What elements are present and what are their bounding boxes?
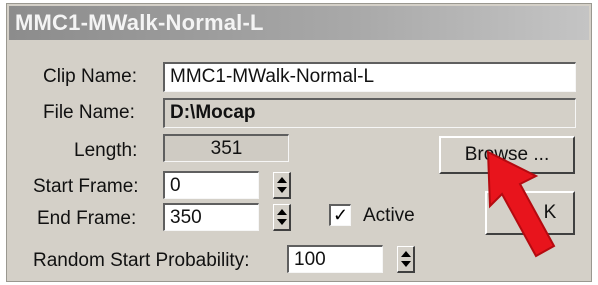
length-value: 351: [163, 134, 289, 162]
start-frame-label: Start Frame:: [33, 176, 139, 197]
clip-name-label: Clip Name:: [43, 66, 137, 87]
spinner-down-icon[interactable]: [277, 219, 287, 225]
active-checkbox[interactable]: ✓: [329, 204, 351, 226]
start-frame-spinner[interactable]: [273, 172, 291, 199]
end-frame-spinner[interactable]: [273, 204, 291, 231]
spinner-up-icon[interactable]: [277, 177, 287, 183]
end-frame-field[interactable]: 350: [163, 203, 259, 231]
start-frame-field[interactable]: 0: [163, 171, 259, 199]
spinner-down-icon[interactable]: [277, 187, 287, 193]
end-frame-label: End Frame:: [37, 208, 137, 229]
random-start-field[interactable]: 100: [287, 245, 383, 273]
spinner-down-icon[interactable]: [401, 261, 411, 267]
random-start-label: Random Start Probability:: [33, 250, 250, 271]
length-label: Length:: [74, 140, 138, 161]
clip-name-field[interactable]: MMC1-MWalk-Normal-L: [163, 62, 576, 92]
dialog-title: MMC1-MWalk-Normal-L: [9, 6, 589, 40]
file-name-label: File Name:: [43, 102, 135, 123]
spinner-up-icon[interactable]: [401, 251, 411, 257]
spinner-up-icon[interactable]: [277, 209, 287, 215]
active-label: Active: [363, 205, 415, 226]
red-arrow-icon: [486, 150, 556, 258]
file-name-field: D:\Mocap: [163, 98, 576, 128]
random-start-spinner[interactable]: [397, 246, 415, 273]
